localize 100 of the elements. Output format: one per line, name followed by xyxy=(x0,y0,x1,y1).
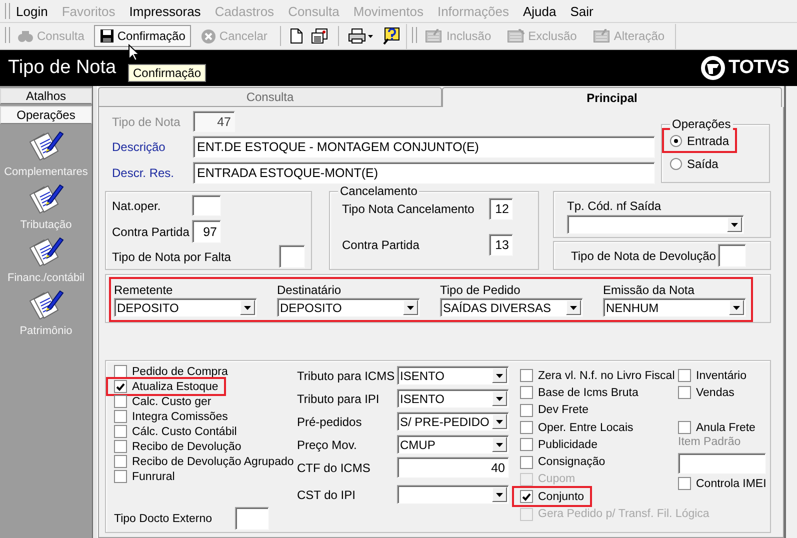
checkbox-label: Cálc. Custo Contábil xyxy=(132,426,237,438)
tooltip: Confirmação xyxy=(128,64,206,82)
menu-item[interactable]: Sair xyxy=(570,4,594,18)
dropdown[interactable]: ISENTO xyxy=(397,366,509,385)
dropdown[interactable]: ISENTO xyxy=(397,389,509,408)
dropdown[interactable] xyxy=(567,215,744,234)
text-field[interactable] xyxy=(718,244,746,267)
checkbox[interactable] xyxy=(114,380,127,393)
field-label: Tipo Docto Externo xyxy=(114,512,214,524)
checkbox[interactable] xyxy=(520,386,533,400)
menu-item[interactable]: Ajuda xyxy=(523,4,556,18)
field-label: Contra Partida xyxy=(112,224,190,238)
checkbox[interactable] xyxy=(678,386,691,400)
field-label: Contra Partida xyxy=(342,238,420,252)
delete-record-icon xyxy=(507,29,526,43)
dropdown-button[interactable] xyxy=(240,300,255,315)
dropdown-button[interactable] xyxy=(492,437,507,452)
checkbox[interactable] xyxy=(678,369,691,382)
checkbox[interactable] xyxy=(114,470,127,483)
text-field[interactable]: 12 xyxy=(489,198,513,220)
toolbar-button[interactable]: Confirmação xyxy=(94,25,192,47)
dropdown[interactable] xyxy=(397,485,509,504)
tab[interactable]: Principal xyxy=(442,87,782,107)
field-label: Descr. Res. xyxy=(111,166,176,180)
dropdown[interactable]: DEPOSITO xyxy=(277,298,420,317)
dropdown-button[interactable] xyxy=(403,300,418,315)
text-field[interactable]: ENT.DE ESTOQUE - MONTAGEM CONJUNTO(E) xyxy=(193,136,655,158)
field-label: Nat.oper. xyxy=(112,198,162,212)
radio-label: Entrada xyxy=(687,134,730,148)
checkbox[interactable] xyxy=(114,410,127,423)
checkbox[interactable] xyxy=(520,369,533,382)
tab[interactable]: Consulta xyxy=(98,87,442,107)
checkbox-label: Recibo de Devolução Agrupado xyxy=(132,456,294,468)
checkbox-label: Inventário xyxy=(696,370,747,382)
checkbox[interactable] xyxy=(520,404,533,417)
dropdown-button[interactable] xyxy=(492,414,507,429)
field-label: Tipo Nota Cancelamento xyxy=(342,202,476,216)
checkbox-label: Oper. Entre Locais xyxy=(538,422,634,434)
checkbox-label: Pedido de Compra xyxy=(132,366,228,378)
text-field[interactable]: 97 xyxy=(192,220,221,243)
caret-icon xyxy=(407,306,414,310)
checkbox-label: Recibo de Devolução xyxy=(132,440,242,452)
checkbox[interactable] xyxy=(114,455,127,468)
checkbox-label: Consignação xyxy=(538,456,606,468)
checkbox[interactable] xyxy=(520,438,533,452)
dropdown-button[interactable] xyxy=(729,300,744,315)
checkbox[interactable] xyxy=(520,421,533,434)
checkbox[interactable] xyxy=(114,365,127,378)
field-label: Pré-pedidos xyxy=(297,414,363,428)
checkbox-label: Calc. Custo ger xyxy=(132,396,212,408)
cancel-icon xyxy=(201,28,216,44)
checkbox[interactable] xyxy=(114,395,127,408)
caret-icon xyxy=(496,442,503,446)
checkbox[interactable] xyxy=(114,440,127,453)
field-label: Tipo de Nota xyxy=(111,114,182,128)
binoculars-icon xyxy=(18,29,34,43)
dropdown[interactable]: DEPOSITO xyxy=(114,298,257,317)
field-label: CTF do ICMS xyxy=(297,460,372,474)
caret-icon xyxy=(496,420,503,424)
field-label: CST do IPI xyxy=(297,488,356,502)
text-field[interactable] xyxy=(192,195,221,216)
menu-item[interactable]: Impressoras xyxy=(129,4,201,18)
sidebar-tab[interactable]: Operações xyxy=(0,106,92,124)
menu-item[interactable]: Login xyxy=(16,4,48,18)
dropdown-button[interactable] xyxy=(492,487,507,502)
checkbox-label: Anula Frete xyxy=(696,422,756,434)
checkbox[interactable] xyxy=(114,425,127,438)
checkbox[interactable] xyxy=(678,477,691,490)
sidebar-tab[interactable]: Atalhos xyxy=(0,88,92,104)
text-field[interactable] xyxy=(678,453,766,474)
text-field[interactable]: 13 xyxy=(489,234,513,256)
dropdown[interactable]: NENHUM xyxy=(603,298,746,317)
checkbox[interactable] xyxy=(678,421,691,434)
field-label: Tributo para ICMS xyxy=(297,368,396,382)
dropdown-button[interactable] xyxy=(492,391,507,406)
text-field[interactable] xyxy=(235,507,269,530)
dropdown[interactable]: CMUP xyxy=(397,435,509,454)
caret-icon xyxy=(244,306,251,310)
checkbox[interactable] xyxy=(520,456,533,469)
field-label: Preço Mov. xyxy=(297,438,358,452)
text-field[interactable] xyxy=(279,245,305,268)
checkbox-label: Controla IMEI xyxy=(696,478,766,490)
dropdown-button[interactable] xyxy=(492,368,507,383)
field-label: Remetente xyxy=(114,283,174,297)
edit-record-icon xyxy=(592,29,611,43)
dropdown[interactable]: SAÍDAS DIVERSAS xyxy=(440,298,583,317)
dropdown-button[interactable] xyxy=(727,217,742,232)
radio-button[interactable] xyxy=(670,134,682,146)
radio-label: Saída xyxy=(687,156,718,170)
dropdown-button[interactable] xyxy=(566,300,581,315)
text-field[interactable]: 40 xyxy=(397,457,509,478)
checkbox-label: Zera vl. N.f. no Livro Fiscal xyxy=(538,370,675,382)
radio-button[interactable] xyxy=(670,158,682,170)
field-label: Item Padrão xyxy=(678,436,742,450)
checkbox[interactable] xyxy=(520,490,533,504)
field-label: Emissão da Nota xyxy=(603,283,696,297)
group-title: Operações xyxy=(670,117,733,131)
text-field[interactable]: ENTRADA ESTOQUE-MONT(E) xyxy=(193,162,655,184)
add-record-icon xyxy=(425,29,444,43)
dropdown[interactable]: S/ PRE-PEDIDO xyxy=(397,412,509,431)
